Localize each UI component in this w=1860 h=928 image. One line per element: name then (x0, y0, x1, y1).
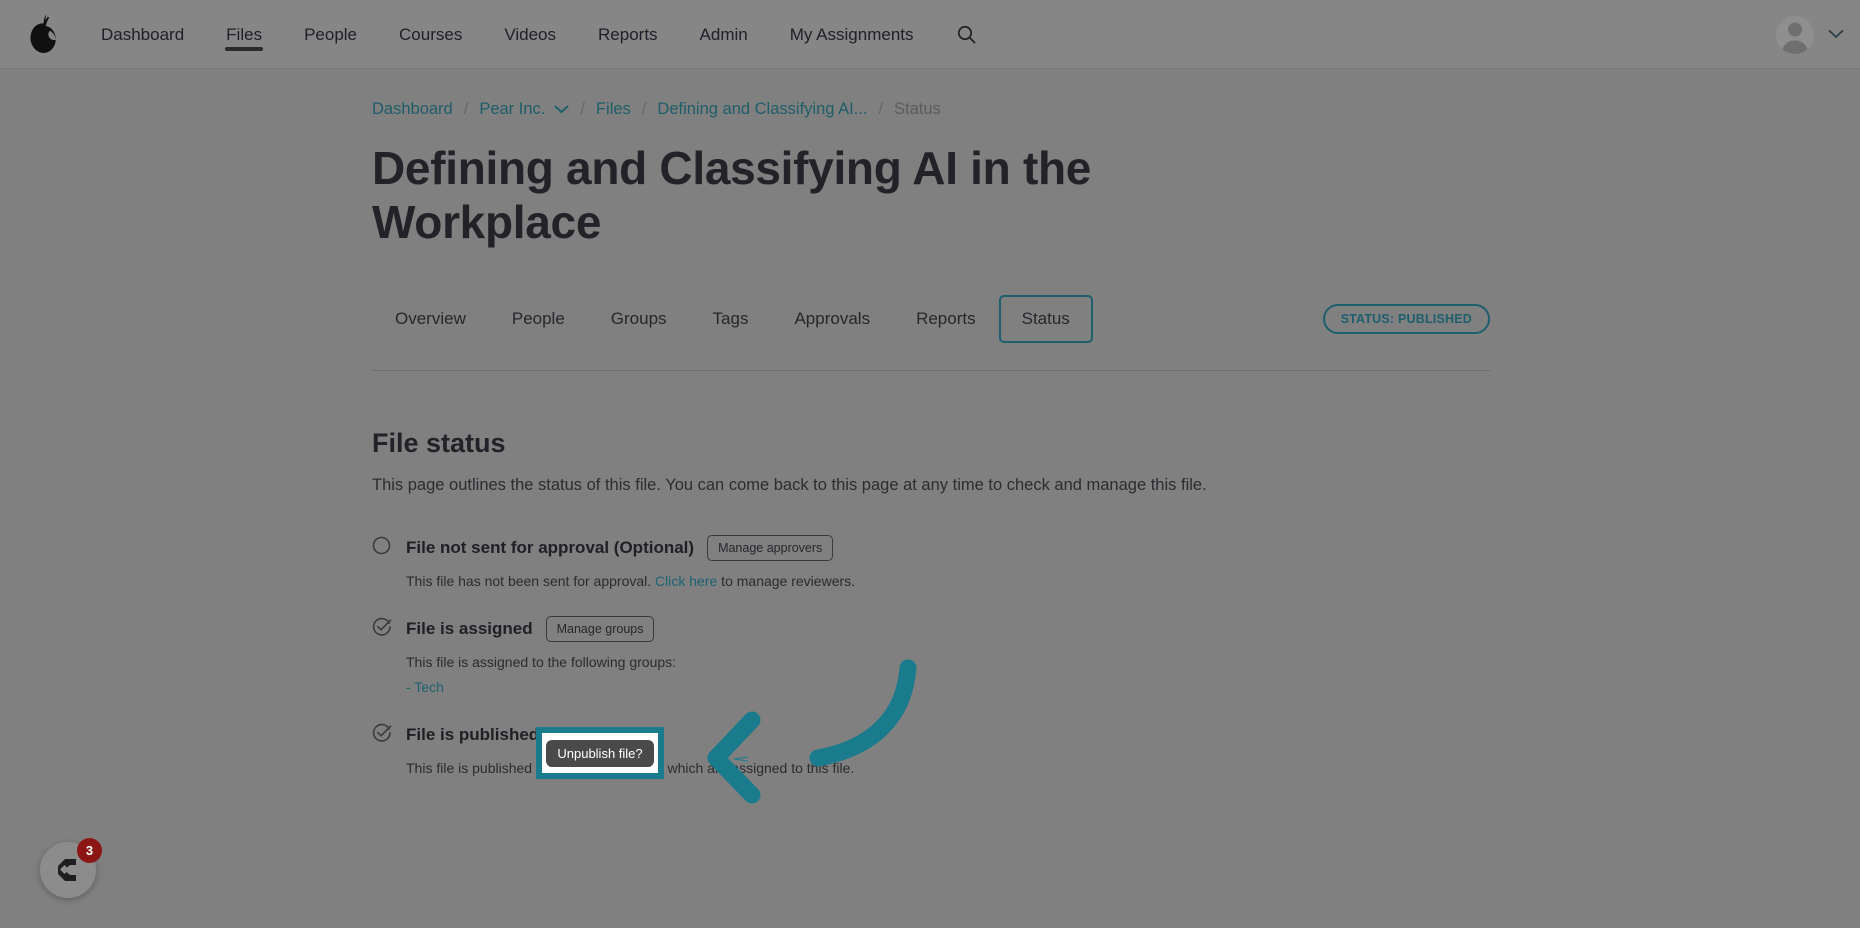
file-status-list: File not sent for approval (Optional) Ma… (372, 534, 1372, 776)
status-subtext-after: to manage reviewers. (717, 573, 856, 589)
section-divider (372, 370, 1490, 371)
status-item-label: File is published (406, 725, 540, 744)
nav-link-my-assignments[interactable]: My Assignments (769, 0, 935, 69)
chevron-down-icon[interactable] (1828, 26, 1844, 44)
nav-link-reports[interactable]: Reports (577, 0, 679, 69)
tab-overview[interactable]: Overview (372, 295, 489, 343)
unpublish-highlight-box: Unpublish file? (536, 727, 664, 779)
status-badge[interactable]: STATUS: PUBLISHED (1322, 304, 1490, 334)
tab-reports[interactable]: Reports (893, 295, 999, 343)
status-item-subtext: This file has not been sent for approval… (406, 573, 1372, 589)
status-item-header: File is assigned Manage groups (406, 615, 1372, 643)
status-item-assigned: File is assigned Manage groups This file… (372, 615, 1372, 695)
check-circle-icon (372, 615, 406, 642)
search-icon[interactable] (957, 25, 976, 44)
breadcrumb-item-file[interactable]: Defining and Classifying AI... (657, 100, 867, 119)
page-title: Defining and Classifying AI in the Workp… (372, 142, 1092, 248)
breadcrumb-separator: / (463, 100, 469, 118)
help-badge-count: 3 (77, 838, 102, 863)
status-subtext-before: This file has not been sent for approval… (406, 573, 656, 589)
unpublish-file-button[interactable]: Unpublish file? (546, 739, 654, 767)
tab-tags[interactable]: Tags (690, 295, 772, 343)
main-content: Dashboard / Pear Inc. / Files / Defining… (0, 69, 1860, 802)
tab-approvals[interactable]: Approvals (771, 295, 893, 343)
breadcrumb-item-dashboard[interactable]: Dashboard (372, 100, 453, 119)
status-item-published: File is published This file is published… (372, 721, 1372, 776)
breadcrumb-item-pear-inc[interactable]: Pear Inc. (479, 100, 545, 119)
breadcrumb-chevron-down-icon[interactable] (554, 105, 569, 114)
status-item-approval: File not sent for approval (Optional) Ma… (372, 534, 1372, 589)
section-description: This page outlines the status of this fi… (372, 476, 1207, 494)
tab-bar: Overview People Groups Tags Approvals Re… (372, 295, 1490, 343)
breadcrumb: Dashboard / Pear Inc. / Files / Defining… (372, 100, 1860, 119)
primary-nav: Dashboard Files People Courses Videos Re… (80, 0, 976, 69)
pear-logo-icon[interactable] (8, 13, 80, 55)
status-item-body: File not sent for approval (Optional) Ma… (406, 534, 1372, 589)
tab-list: Overview People Groups Tags Approvals Re… (372, 295, 1093, 343)
status-item-subtext: This file is assigned to the following g… (406, 654, 677, 670)
breadcrumb-separator: / (878, 100, 884, 118)
manage-groups-button[interactable]: Manage groups (545, 616, 655, 642)
section-heading: File status (372, 428, 506, 458)
top-navigation-bar: Dashboard Files People Courses Videos Re… (0, 0, 1860, 69)
nav-link-people[interactable]: People (283, 0, 378, 69)
breadcrumb-item-status: Status (894, 100, 941, 118)
nav-link-courses[interactable]: Courses (378, 0, 483, 69)
nav-link-files[interactable]: Files (205, 0, 283, 69)
breadcrumb-separator: / (580, 100, 585, 118)
breadcrumb-item-files[interactable]: Files (596, 100, 631, 119)
nav-link-admin[interactable]: Admin (679, 0, 769, 69)
assigned-group-link[interactable]: - Tech (406, 679, 1372, 695)
circle-empty-icon (372, 534, 406, 560)
click-here-link[interactable]: Click here (655, 573, 717, 589)
tab-people[interactable]: People (489, 295, 588, 343)
tab-status[interactable]: Status (998, 295, 1093, 343)
page-root: Dashboard Files People Courses Videos Re… (0, 0, 1860, 928)
nav-link-videos[interactable]: Videos (483, 0, 577, 69)
status-item-label: File is assigned (406, 619, 533, 638)
check-circle-icon (372, 721, 406, 748)
status-item-label: File not sent for approval (Optional) (406, 538, 695, 557)
nav-link-dashboard[interactable]: Dashboard (80, 0, 205, 69)
breadcrumb-separator: / (641, 100, 647, 118)
user-avatar-icon[interactable] (1776, 15, 1814, 54)
account-menu[interactable] (1776, 0, 1844, 69)
tab-groups[interactable]: Groups (588, 295, 690, 343)
help-chat-widget[interactable]: 3 (40, 838, 102, 898)
manage-approvers-button[interactable]: Manage approvers (707, 535, 834, 561)
status-item-body: File is assigned Manage groups This file… (406, 615, 1372, 695)
status-item-header: File not sent for approval (Optional) Ma… (406, 534, 1372, 562)
